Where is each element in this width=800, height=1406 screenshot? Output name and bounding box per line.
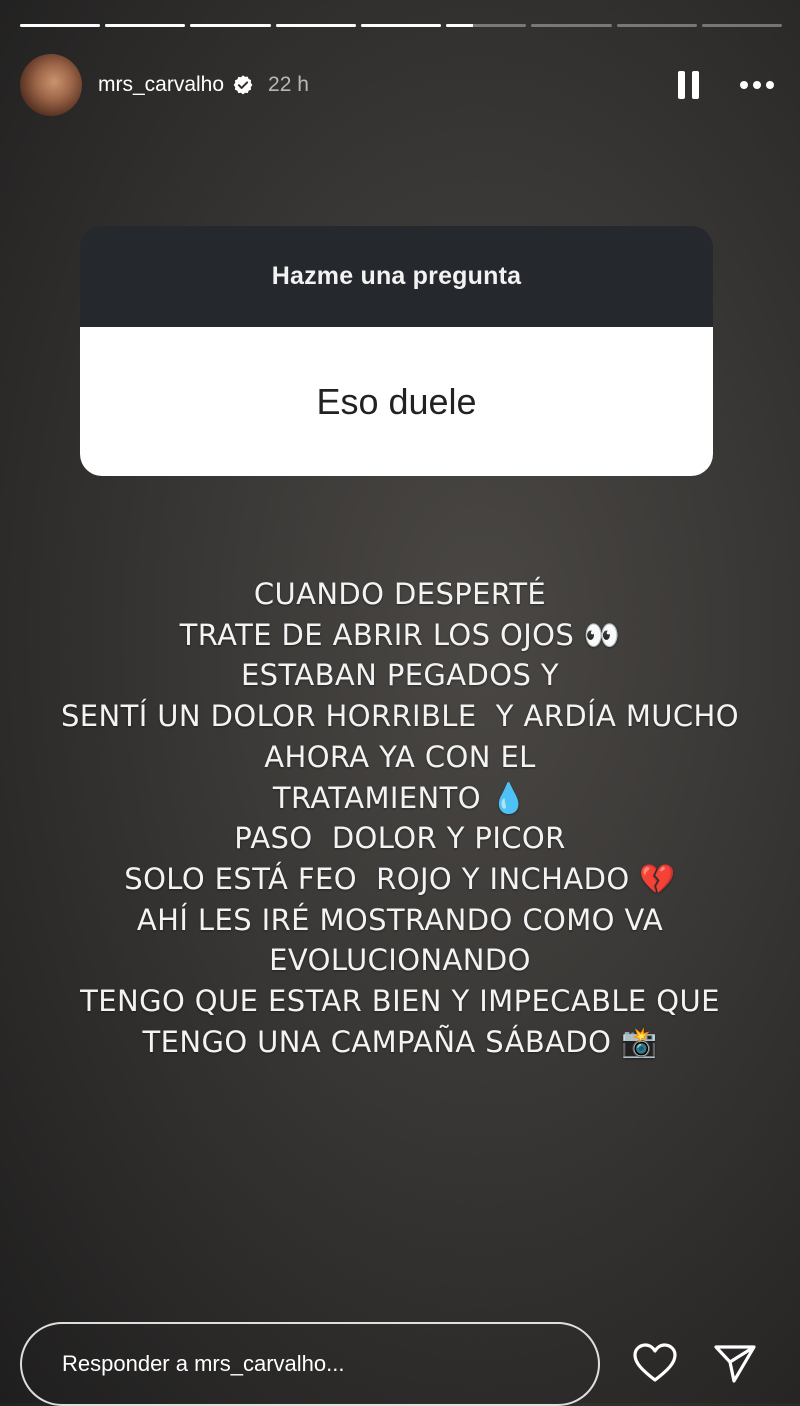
question-answer: Eso duele xyxy=(80,327,713,476)
caption-line: PASO DOLOR Y PICOR xyxy=(234,821,566,856)
caption-line: TRATE DE ABRIR LOS OJOS 👀 xyxy=(179,617,621,652)
pause-icon[interactable] xyxy=(676,71,700,99)
story-progress-bar xyxy=(20,24,782,27)
heart-icon[interactable] xyxy=(632,1342,678,1384)
post-time: 22 h xyxy=(268,73,309,96)
caption-line: TENGO UNA CAMPAÑA SÁBADO 📸 xyxy=(142,1024,658,1059)
question-sticker: Hazme una pregunta Eso duele xyxy=(80,226,713,476)
caption-line: SOLO ESTÁ FEO ROJO Y INCHADO 💔 xyxy=(124,861,676,896)
send-icon[interactable] xyxy=(712,1342,758,1386)
username[interactable]: mrs_carvalho xyxy=(98,73,224,97)
question-prompt: Hazme una pregunta xyxy=(80,226,713,327)
caption-line: TRATAMIENTO 💧 xyxy=(272,780,528,815)
caption-line: SENTÍ UN DOLOR HORRIBLE Y ARDÍA MUCHO xyxy=(60,699,739,734)
reply-placeholder: Responder a mrs_carvalho... xyxy=(62,1351,345,1376)
progress-segment xyxy=(190,24,271,27)
progress-segment xyxy=(701,24,782,27)
caption-line: ESTABAN PEGADOS Y xyxy=(240,658,560,693)
caption-line: AHÍ LES IRÉ MOSTRANDO COMO VA xyxy=(136,902,664,937)
verified-icon xyxy=(232,74,254,96)
progress-segment xyxy=(105,24,186,27)
more-icon[interactable] xyxy=(740,81,780,89)
progress-segment xyxy=(275,24,356,27)
avatar[interactable] xyxy=(20,54,82,116)
progress-segment xyxy=(360,24,442,27)
caption-line: EVOLUCIONANDO xyxy=(269,943,531,978)
caption-line: TENGO QUE ESTAR BIEN Y IMPECABLE QUE xyxy=(80,984,720,1019)
progress-segment xyxy=(616,24,697,27)
progress-segment xyxy=(531,24,612,27)
story-header: mrs_carvalho 22 h xyxy=(20,52,780,118)
progress-segment xyxy=(446,24,527,27)
story-caption: CUANDO DESPERTÉ TRATE DE ABRIR LOS OJOS … xyxy=(0,574,800,1062)
caption-line: AHORA YA CON EL xyxy=(264,739,536,774)
progress-segment xyxy=(20,24,101,27)
caption-line: CUANDO DESPERTÉ xyxy=(253,577,547,611)
reply-input[interactable]: Responder a mrs_carvalho... xyxy=(20,1322,600,1406)
